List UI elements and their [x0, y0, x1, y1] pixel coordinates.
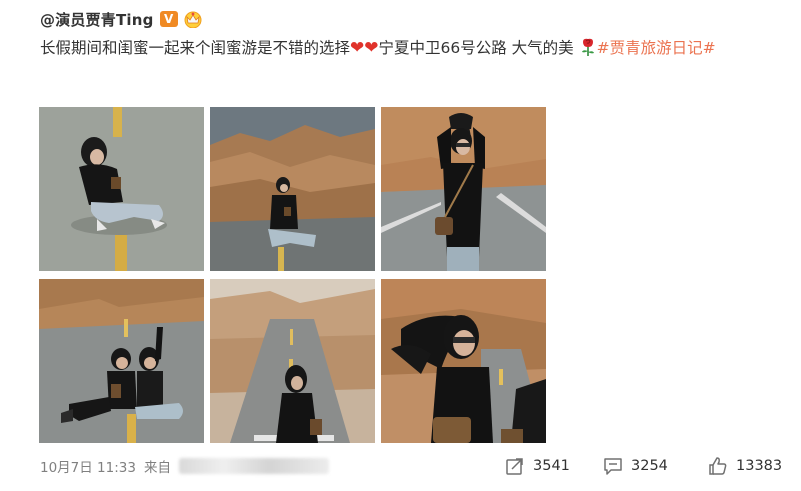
like-count: 13383: [736, 458, 783, 474]
source-device-blurred: [178, 458, 329, 474]
hair-wind-photo: [381, 279, 546, 443]
photo-grid: [39, 107, 547, 444]
photo-3[interactable]: [381, 107, 546, 271]
source-prefix: 来自: [143, 460, 171, 476]
photo-6[interactable]: [381, 279, 546, 443]
two-friends-photo: [39, 279, 204, 443]
crown-badge-icon[interactable]: [183, 10, 203, 28]
topic-link[interactable]: #贾青旅游日记#: [597, 39, 716, 57]
rose-emoji-icon: [581, 38, 594, 56]
share-icon: [506, 458, 523, 475]
post-footer: 10月7日 11:33 来自: [40, 455, 329, 477]
post-text-main: 长假期间和闺蜜一起来个闺蜜游是不错的选择: [40, 39, 351, 57]
photo-4[interactable]: [39, 279, 204, 443]
share-count: 3541: [533, 458, 570, 474]
road-sitting-photo: [39, 107, 204, 271]
road-back-photo: [210, 279, 375, 443]
weibo-post: @演员贾青Ting V 长假期间和闺蜜一起来个闺蜜游是不错的选择❤❤宁夏中卫66…: [0, 0, 801, 491]
post-text: 长假期间和闺蜜一起来个闺蜜游是不错的选择❤❤宁夏中卫66号公路 大气的美 #贾青…: [40, 34, 790, 63]
photo-2[interactable]: [210, 107, 375, 271]
comment-icon: [604, 458, 622, 475]
like-button[interactable]: 13383: [708, 455, 782, 477]
comment-button[interactable]: 3254: [603, 455, 668, 477]
post-header: @演员贾青Ting V: [40, 8, 203, 30]
heart-emoji-icon: ❤❤: [350, 38, 379, 58]
username-link[interactable]: @演员贾青Ting: [40, 9, 154, 30]
comment-count: 3254: [631, 458, 668, 474]
post-text-after: 宁夏中卫66号公路 大气的美: [378, 39, 574, 57]
photo-5[interactable]: [210, 279, 375, 443]
road-mountain-photo: [210, 107, 375, 271]
post-timestamp[interactable]: 10月7日 11:33: [40, 456, 136, 476]
share-button[interactable]: 3541: [505, 455, 570, 477]
verified-badge-icon[interactable]: V: [159, 11, 178, 27]
arms-raised-photo: [381, 107, 546, 271]
thumbs-up-icon: [709, 457, 727, 475]
photo-1[interactable]: [39, 107, 204, 271]
